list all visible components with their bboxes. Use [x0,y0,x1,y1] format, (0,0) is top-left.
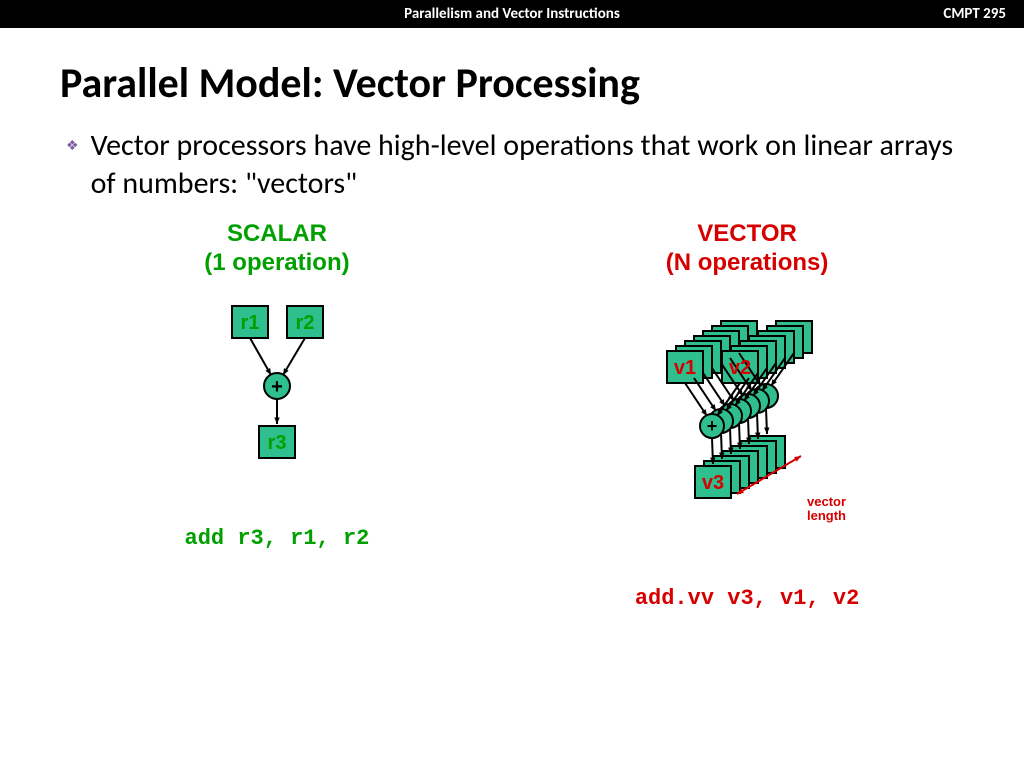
vector-diagram: v1 v2 v3 + vectorlength [530,296,964,556]
slide-title: Parallel Model: Vector Processing [60,58,964,109]
diamond-bullet-icon: ❖ [66,137,79,154]
vector-code: add.vv v3, v1, v2 [635,586,859,611]
bullet-item: ❖ Vector processors have high-level oper… [66,127,964,202]
svg-text:v2: v2 [729,357,751,379]
bullet-text: Vector processors have high-level operat… [91,127,964,202]
slide-content: Parallel Model: Vector Processing ❖ Vect… [0,28,1024,611]
vector-heading: VECTOR (N operations) [666,220,829,278]
header-course: CMPT 295 [943,5,1006,23]
scalar-heading: SCALAR (1 operation) [204,220,349,278]
header-center: Parallelism and Vector Instructions [404,5,620,23]
vector-heading-line2: (N operations) [666,249,829,276]
vector-column: VECTOR (N operations) v1 v2 v3 + vectorlengt… [530,220,964,611]
scalar-heading-line2: (1 operation) [204,249,349,276]
vector-heading-line1: VECTOR [697,220,797,247]
svg-text:v1: v1 [674,357,696,379]
scalar-column: SCALAR (1 operation) r1 r2 + r3 add r3, r1,… [60,220,494,611]
svg-text:+: + [707,416,718,436]
svg-text:vector: vector [807,494,846,509]
scalar-code: add r3, r1, r2 [185,526,370,551]
svg-text:r3: r3 [268,432,287,454]
scalar-heading-line1: SCALAR [227,220,327,247]
header-bar: Parallelism and Vector Instructions CMPT… [0,0,1024,28]
svg-text:+: + [271,376,283,398]
diagram-columns: SCALAR (1 operation) r1 r2 + r3 add r3, r1,… [60,220,964,611]
svg-text:v3: v3 [702,472,724,494]
scalar-diagram: r1 r2 + r3 [60,296,494,496]
svg-text:r1: r1 [241,312,260,334]
svg-text:r2: r2 [296,312,315,334]
svg-text:length: length [807,508,846,523]
